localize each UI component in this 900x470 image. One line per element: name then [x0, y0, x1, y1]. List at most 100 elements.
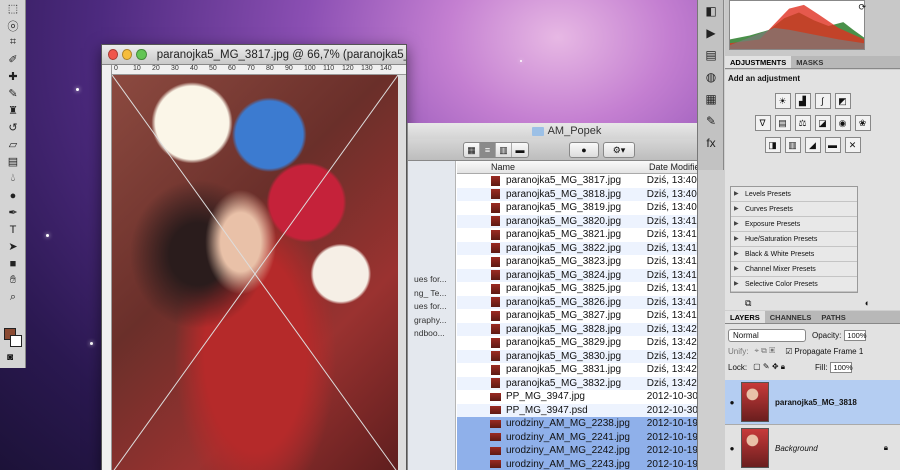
file-row[interactable]: paranojka5_MG_3823.jpg Dziś, 13:41 [457, 255, 725, 269]
tab-paths[interactable]: PATHS [816, 311, 850, 323]
path-select-icon[interactable]: ➤ [0, 238, 26, 255]
lasso-icon[interactable]: ⓞ [0, 17, 26, 34]
file-row[interactable]: paranojka5_MG_3824.jpg Dziś, 13:41 [457, 268, 725, 282]
file-row[interactable]: paranojka5_MG_3831.jpg Dziś, 13:42 [457, 363, 725, 377]
vibrance-icon[interactable]: ∇ [754, 115, 771, 131]
list-view-icon[interactable]: ≡ [480, 143, 496, 157]
preset-item[interactable]: Curves Presets [731, 202, 857, 217]
preset-item[interactable]: Hue/Saturation Presets [731, 232, 857, 247]
crop-icon[interactable]: ⌗ [0, 34, 26, 51]
quick-look-button[interactable]: ● [569, 142, 599, 158]
quick-mask-icon[interactable]: ◙ [7, 352, 13, 363]
threshold-icon[interactable]: ◢ [804, 137, 821, 153]
file-row[interactable]: urodziny_AM_MG_2241.jpg 2012-10-19 11:1 [457, 430, 725, 444]
fx-icon[interactable]: fx [698, 132, 724, 154]
navigator-icon[interactable]: ◧ [698, 0, 724, 22]
styles-icon[interactable]: ▦ [698, 88, 724, 110]
preset-item[interactable]: Black & White Presets [731, 247, 857, 262]
layer-row[interactable]: ● Background 🔒︎ [725, 426, 900, 470]
fill-field[interactable]: 100% [830, 361, 853, 373]
visibility-icon[interactable]: ◐ [865, 298, 870, 308]
eye-icon[interactable]: ● [725, 444, 739, 453]
document-scrollbar[interactable] [398, 75, 406, 470]
invert-icon[interactable]: ◨ [764, 137, 781, 153]
sidebar-item[interactable]: ues for... [408, 300, 455, 314]
clip-icon[interactable]: ⧉ [745, 298, 751, 308]
tab-masks[interactable]: MASKS [791, 56, 828, 68]
file-row[interactable]: urodziny_AM_MG_2243.jpg 2012-10-19 11:1 [457, 457, 725, 470]
file-row[interactable]: paranojka5_MG_3822.jpg Dziś, 13:41 [457, 241, 725, 255]
brush-icon[interactable]: ✎ [0, 85, 26, 102]
zoom-icon[interactable]: ⌕ [0, 289, 26, 306]
shape-icon[interactable]: ■ [0, 255, 26, 272]
eyedropper-icon[interactable]: ✐ [0, 51, 26, 68]
background-color-swatch[interactable] [10, 335, 22, 347]
view-mode-switcher[interactable]: ▦ ≡ ▥ ▬ [463, 142, 529, 158]
preset-item[interactable]: Selective Color Presets [731, 277, 857, 292]
preset-item[interactable]: Levels Presets [731, 187, 857, 202]
tab-channels[interactable]: CHANNELS [765, 311, 817, 323]
gradient-map-icon[interactable]: ▬ [824, 137, 841, 153]
type-icon[interactable]: T [0, 221, 26, 238]
vertical-ruler[interactable] [102, 65, 112, 470]
file-row[interactable]: urodziny_AM_MG_2238.jpg 2012-10-19 11:1 [457, 417, 725, 431]
marquee-icon[interactable]: ⬚ [0, 0, 26, 17]
zoom-button[interactable] [136, 49, 147, 60]
blend-mode-select[interactable]: Normal [728, 328, 806, 342]
file-row[interactable]: paranojka5_MG_3832.jpg Dziś, 13:42 [457, 376, 725, 390]
history-icon[interactable]: ▤ [698, 44, 724, 66]
icon-view-icon[interactable]: ▦ [464, 143, 480, 157]
channel-mixer-icon[interactable]: ❀ [854, 115, 871, 131]
brightness-icon[interactable]: ☀ [774, 93, 791, 109]
file-row[interactable]: paranojka5_MG_3825.jpg Dziś, 13:41 [457, 282, 725, 296]
opacity-field[interactable]: 100% [844, 329, 867, 341]
layer-row[interactable]: ● paranojka5_MG_3818 [725, 380, 900, 425]
sidebar-item[interactable]: ndboo... [408, 327, 455, 341]
history-brush-icon[interactable]: ↺ [0, 119, 26, 136]
file-row[interactable]: paranojka5_MG_3829.jpg Dziś, 13:42 [457, 336, 725, 350]
file-row[interactable]: paranojka5_MG_3830.jpg Dziś, 13:42 [457, 349, 725, 363]
lock-icons[interactable]: ▢ ✎ ✥ 🔒︎ [753, 362, 785, 372]
preset-item[interactable]: Exposure Presets [731, 217, 857, 232]
pen-icon[interactable]: ✒ [0, 204, 26, 221]
propagate-checkbox[interactable]: ☑ [785, 347, 792, 356]
file-row[interactable]: paranojka5_MG_3827.jpg Dziś, 13:41 [457, 309, 725, 323]
dodge-icon[interactable]: ● [0, 187, 26, 204]
actions-icon[interactable]: ▶ [698, 22, 724, 44]
black-white-icon[interactable]: ◪ [814, 115, 831, 131]
sidebar-item[interactable]: ues for... [408, 273, 455, 287]
action-menu-button[interactable]: ⚙▾ [603, 142, 635, 158]
exposure-icon[interactable]: ◩ [834, 93, 851, 109]
file-row[interactable]: paranojka5_MG_3817.jpg Dziś, 13:40 [457, 174, 725, 188]
refresh-icon[interactable]: ⟳ [858, 2, 866, 13]
brushes-icon[interactable]: ✎ [698, 110, 724, 132]
horizontal-ruler[interactable]: 0 10 20 30 40 50 60 70 80 90 100 110 120 130 140 [112, 65, 406, 75]
color-balance-icon[interactable]: ⚖ [794, 115, 811, 131]
photo-filter-icon[interactable]: ◉ [834, 115, 851, 131]
image-canvas[interactable] [112, 75, 398, 470]
eye-icon[interactable]: ● [725, 398, 739, 407]
gradient-icon[interactable]: ▤ [0, 153, 26, 170]
tab-adjustments[interactable]: ADJUSTMENTS [725, 56, 792, 68]
file-row[interactable]: PP_MG_3947.jpg 2012-10-30 18:2 [457, 390, 725, 404]
file-row[interactable]: PP_MG_3947.psd 2012-10-30 18:1 [457, 403, 725, 417]
sidebar-item[interactable]: graphy... [408, 314, 455, 328]
posterize-icon[interactable]: ▥ [784, 137, 801, 153]
file-row[interactable]: paranojka5_MG_3819.jpg Dziś, 13:40 [457, 201, 725, 215]
curves-icon[interactable]: ∫ [814, 93, 831, 109]
finder-titlebar[interactable]: AM_Popek [408, 123, 725, 139]
eraser-icon[interactable]: ▱ [0, 136, 26, 153]
file-row[interactable]: urodziny_AM_MG_2242.jpg 2012-10-19 11:1 [457, 444, 725, 458]
blur-icon[interactable]: 💧︎ [0, 170, 26, 187]
healing-icon[interactable]: ✚ [0, 68, 26, 85]
close-button[interactable] [108, 49, 119, 60]
minimize-button[interactable] [122, 49, 133, 60]
file-row[interactable]: paranojka5_MG_3821.jpg Dziś, 13:41 [457, 228, 725, 242]
tab-layers[interactable]: LAYERS [725, 311, 765, 323]
file-row[interactable]: paranojka5_MG_3826.jpg Dziś, 13:41 [457, 295, 725, 309]
levels-icon[interactable]: ▟ [794, 93, 811, 109]
preset-item[interactable]: Channel Mixer Presets [731, 262, 857, 277]
layer-comps-icon[interactable]: ◍ [698, 66, 724, 88]
column-header-name[interactable]: Name [457, 161, 649, 173]
stamp-icon[interactable]: ♜ [0, 102, 26, 119]
